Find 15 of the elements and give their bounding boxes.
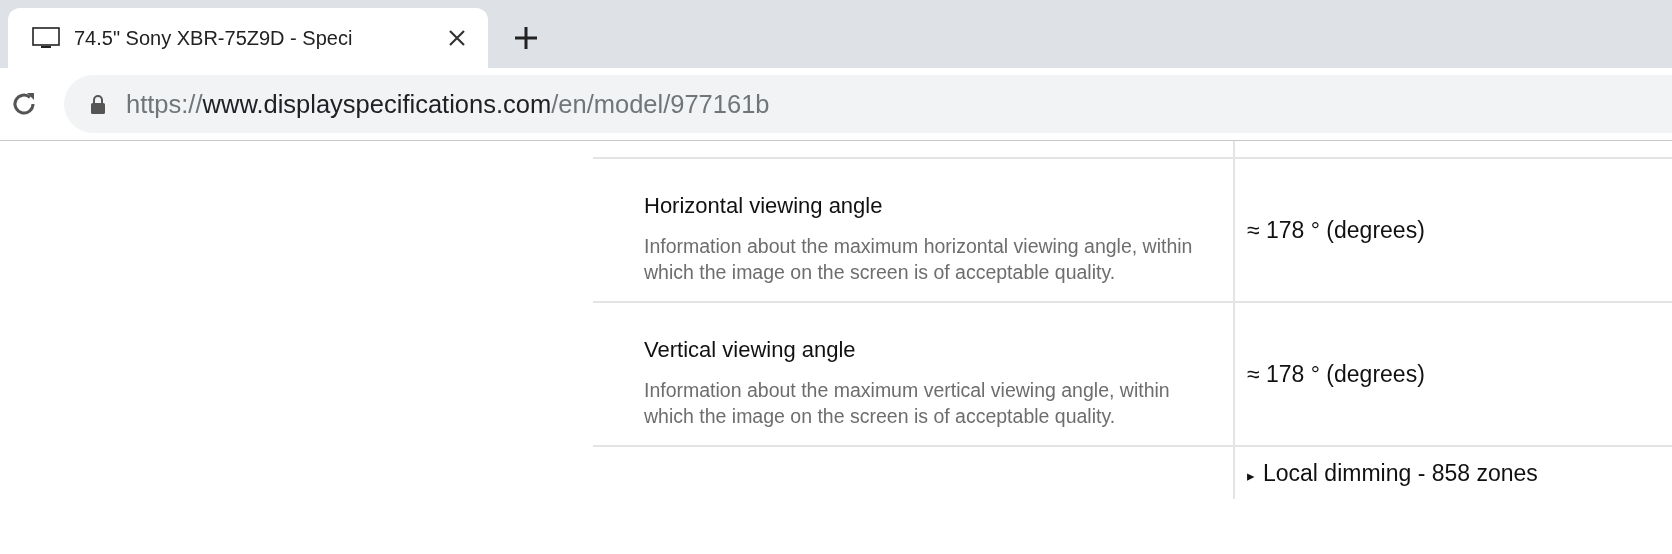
browser-tab[interactable]: 74.5" Sony XBR-75Z9D - Speci [8, 8, 488, 68]
close-icon[interactable] [448, 29, 466, 47]
disclosure-summary[interactable]: ▸ Local dimming - 858 zones [1247, 459, 1538, 487]
spec-value: ≈ 178 ° (degrees) [1247, 216, 1425, 244]
url-text: https://www.displayspecifications.com/en/model/977161b [126, 89, 770, 119]
tab-title: 74.5" Sony XBR-75Z9D - Speci [74, 26, 354, 50]
spec-description: Information about the maximum vertical viewing angle, within which the image on the screen is of acceptable quality. [644, 378, 1171, 429]
spec-description: Information about the maximum horizontal viewing angle, within which the image on the screen is of acceptable quality. [644, 234, 1194, 285]
new-tab-icon[interactable] [514, 26, 538, 50]
address-bar[interactable]: https://www.displayspecifications.com/en/model/977161b [64, 75, 1672, 133]
spec-name: Vertical viewing angle [644, 337, 857, 363]
spec-value: ≈ 178 ° (degrees) [1247, 360, 1425, 388]
spec-name: Horizontal viewing angle [644, 193, 884, 219]
monitor-icon [32, 27, 60, 49]
lock-icon [90, 94, 106, 114]
